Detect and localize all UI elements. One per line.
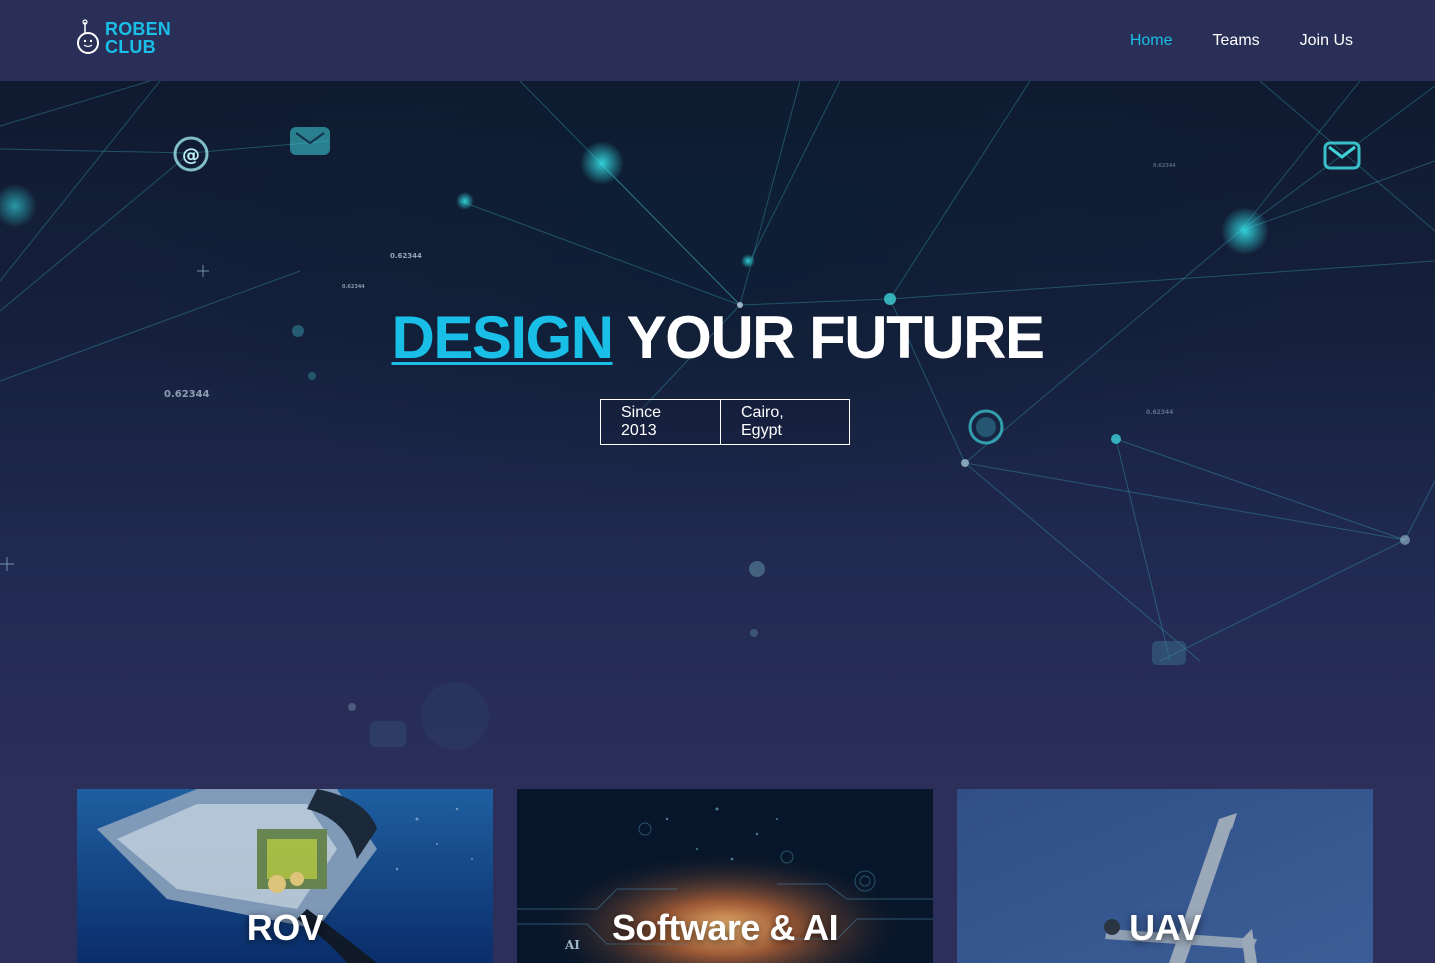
floating-number: 0.62344 [164, 389, 210, 400]
hero-section: @ 0.62344 0.62344 0.62344 0.62344 0.6234… [0, 81, 1435, 781]
svg-text:@: @ [182, 145, 200, 166]
card-rov-label: ROV [246, 907, 324, 948]
robot-logo-icon [76, 18, 102, 58]
navbar: ROBEN CLUB Home Teams Join Us [0, 0, 1435, 81]
logo-line-2: CLUB [105, 37, 156, 57]
card-software-ai[interactable]: AI Software & AI [517, 789, 933, 963]
team-cards: ROV AI Software & AI UAV [77, 789, 1373, 963]
floating-number: 0.62344 [390, 252, 422, 260]
card-rov[interactable]: ROV [77, 789, 493, 963]
hero-tags: Since 2013 Cairo, Egypt [600, 399, 850, 445]
card-uav-label: UAV [1129, 907, 1201, 948]
nav-join-us[interactable]: Join Us [1300, 32, 1353, 50]
floating-number: 0.62344 [1153, 163, 1176, 169]
logo[interactable]: ROBEN CLUB [76, 18, 171, 58]
card-uav[interactable]: UAV [957, 789, 1373, 963]
logo-line-1: ROBEN [105, 19, 172, 39]
logo-text: ROBEN CLUB [105, 20, 171, 56]
nav-teams[interactable]: Teams [1213, 32, 1260, 50]
floating-number: 0.62344 [342, 284, 365, 290]
hero-title: DESIGN YOUR FUTURE [0, 303, 1435, 373]
card-software-ai-label: Software & AI [611, 907, 839, 948]
location-tag: Cairo, Egypt [721, 399, 850, 445]
at-sign-icon: @ [173, 136, 209, 172]
hero-title-rest: YOUR FUTURE [626, 304, 1045, 371]
floating-number: 0.62344 [1146, 409, 1173, 416]
nav-home[interactable]: Home [1130, 32, 1173, 50]
hero-title-accent: DESIGN [391, 304, 615, 371]
main-nav: Home Teams Join Us [1090, 0, 1353, 81]
since-tag: Since 2013 [600, 399, 721, 445]
